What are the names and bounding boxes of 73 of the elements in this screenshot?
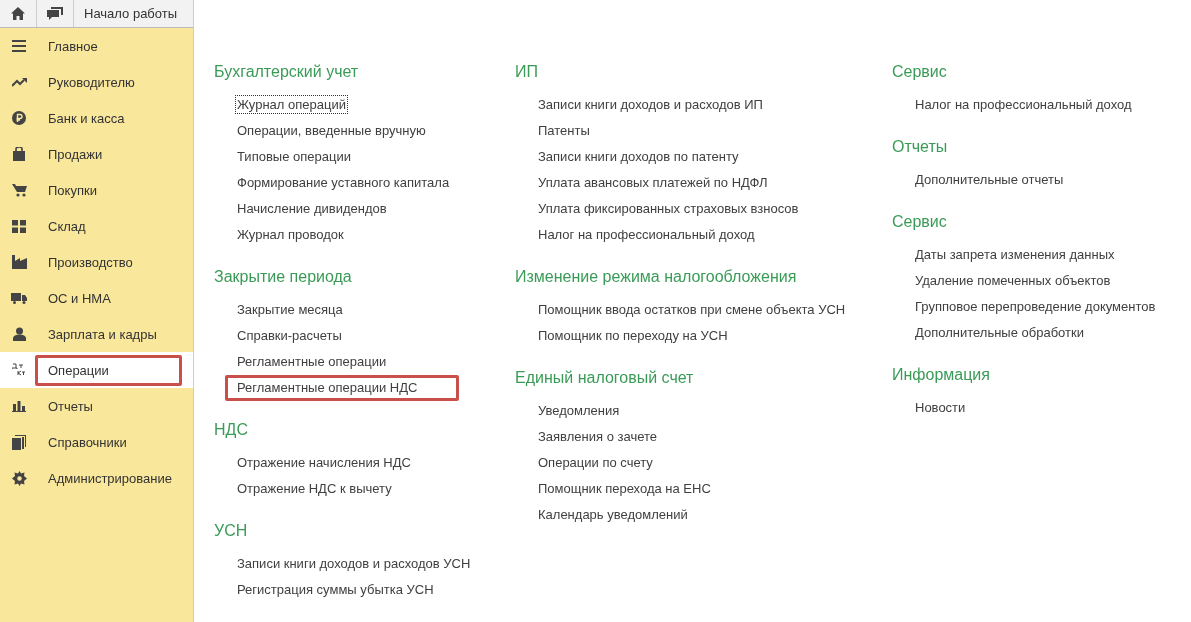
trend-icon bbox=[11, 77, 27, 87]
menu-link[interactable]: Типовые операции bbox=[225, 144, 363, 170]
menu-link[interactable]: Закрытие месяца bbox=[225, 297, 355, 323]
ruble-icon bbox=[12, 111, 26, 125]
sidebar-item[interactable]: Зарплата и кадры bbox=[0, 316, 193, 352]
sidebar-item[interactable]: Продажи bbox=[0, 136, 193, 172]
sidebar-item[interactable]: ОС и НМА bbox=[0, 280, 193, 316]
grid-icon bbox=[12, 219, 26, 233]
section-title: Сервис bbox=[892, 62, 947, 82]
menu-link[interactable]: Помощник перехода на ЕНС bbox=[526, 476, 723, 502]
section-title: Бухгалтерский учет bbox=[214, 62, 359, 82]
menu-link[interactable]: Налог на профессиональный доход bbox=[903, 92, 1144, 118]
sidebar-item[interactable]: Операции bbox=[0, 352, 193, 388]
section-title: Информация bbox=[892, 365, 990, 385]
sidebar-item[interactable]: Производство bbox=[0, 244, 193, 280]
menu-link[interactable]: Формирование уставного капитала bbox=[225, 170, 462, 196]
menu-link[interactable]: Налог на профессиональный доход bbox=[526, 222, 767, 248]
sidebar-item[interactable]: Банк и касса bbox=[0, 100, 193, 136]
menu-link[interactable]: Помощник по переходу на УСН bbox=[526, 323, 740, 349]
sidebar-item[interactable]: Руководителю bbox=[0, 64, 193, 100]
home-icon bbox=[11, 7, 25, 20]
menu-link[interactable]: Журнал операций bbox=[225, 92, 358, 118]
section-title: Изменение режима налогообложения bbox=[515, 267, 797, 287]
section-title: Закрытие периода bbox=[214, 267, 352, 287]
menu-link[interactable]: Регламентные операции НДС bbox=[225, 375, 460, 401]
menu-link[interactable]: Отражение начисления НДС bbox=[225, 450, 423, 476]
bag-icon bbox=[13, 147, 25, 161]
menu-link[interactable]: Заявления о зачете bbox=[526, 424, 669, 450]
menu-link[interactable]: Отражение НДС к вычету bbox=[225, 476, 404, 502]
menu-link[interactable]: Записи книги доходов и расходов УСН bbox=[225, 551, 483, 577]
menu-link[interactable]: Дополнительные обработки bbox=[903, 320, 1096, 346]
section-title: Сервис bbox=[892, 212, 947, 232]
books-icon bbox=[12, 434, 26, 450]
menu-link[interactable]: Групповое перепроведение документов bbox=[903, 294, 1168, 320]
menu-link[interactable]: Регистрация суммы убытка УСН bbox=[225, 577, 446, 603]
truck-icon bbox=[11, 292, 27, 304]
sidebar-item[interactable]: Главное bbox=[0, 28, 193, 64]
menu-link[interactable]: Удаление помеченных объектов bbox=[903, 268, 1123, 294]
menu-link[interactable]: Регламентные операции bbox=[225, 349, 399, 375]
menu-link[interactable]: Операции, введенные вручную bbox=[225, 118, 438, 144]
section-title: НДС bbox=[214, 420, 248, 440]
sidebar-item[interactable]: Отчеты bbox=[0, 388, 193, 424]
sidebar-item[interactable]: Склад bbox=[0, 208, 193, 244]
section-title: Отчеты bbox=[892, 137, 948, 157]
menu-link[interactable]: Новости bbox=[903, 395, 978, 421]
menu-link[interactable]: Даты запрета изменения данных bbox=[903, 242, 1127, 268]
menu-link[interactable]: Календарь уведомлений bbox=[526, 502, 700, 528]
debit-credit-icon bbox=[12, 363, 26, 377]
menu-link[interactable]: Операции по счету bbox=[526, 450, 665, 476]
menu-link[interactable]: Помощник ввода остатков при смене объекта УСН bbox=[526, 297, 858, 323]
sidebar-item[interactable]: Покупки bbox=[0, 172, 193, 208]
menu-link[interactable]: Журнал проводок bbox=[225, 222, 356, 248]
menu-link[interactable]: Записи книги доходов и расходов ИП bbox=[526, 92, 775, 118]
section-title: УСН bbox=[214, 521, 248, 541]
cart-icon bbox=[11, 183, 27, 197]
sidebar-item[interactable]: Администрирование bbox=[0, 460, 193, 496]
chat-icon bbox=[47, 6, 63, 21]
menu-link[interactable]: Справки-расчеты bbox=[225, 323, 354, 349]
settings-icon bbox=[11, 470, 27, 486]
section-title: Единый налоговый счет bbox=[515, 368, 694, 388]
bar-chart-icon bbox=[12, 400, 26, 412]
menu-link[interactable]: Патенты bbox=[526, 118, 602, 144]
factory-icon bbox=[11, 255, 27, 269]
menu-link[interactable]: Уплата фиксированных страховых взносов bbox=[526, 196, 811, 222]
menu-link[interactable]: Записи книги доходов по патенту bbox=[526, 144, 751, 170]
section-title: ИП bbox=[515, 62, 538, 82]
menu-link[interactable]: Уведомления bbox=[526, 398, 632, 424]
menu-link[interactable]: Дополнительные отчеты bbox=[903, 167, 1076, 193]
menu-link[interactable]: Уплата авансовых платежей по НДФЛ bbox=[526, 170, 780, 196]
person-icon bbox=[12, 327, 26, 341]
menu-link[interactable]: Начисление дивидендов bbox=[225, 196, 399, 222]
sidebar-item[interactable]: Справочники bbox=[0, 424, 193, 460]
menu-icon bbox=[12, 40, 26, 52]
